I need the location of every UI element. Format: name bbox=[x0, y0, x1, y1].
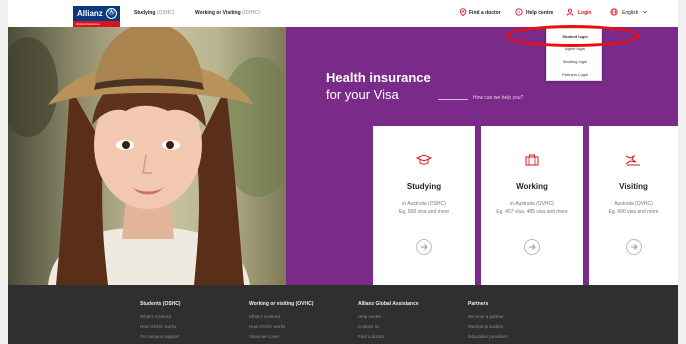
arrow-right-icon[interactable] bbox=[416, 239, 432, 255]
arrow-right-icon[interactable] bbox=[625, 239, 642, 255]
card-line-2: Eg. 457 visa, 485 visa and more bbox=[496, 209, 568, 215]
page: Allianz Ⓐ Global Assistance Studying (OS… bbox=[8, 0, 678, 344]
allianz-eagle-icon: Ⓐ bbox=[106, 8, 117, 19]
nav-studying-label: Studying bbox=[134, 10, 156, 16]
card-title: Working bbox=[516, 182, 548, 191]
card-line-1: Australia (OVHC) bbox=[614, 201, 653, 207]
nav-studying-suffix: (OSHC) bbox=[156, 10, 175, 16]
footer-link[interactable]: Medical providers bbox=[468, 324, 568, 329]
briefcase-icon bbox=[525, 154, 539, 166]
card-line-1: in Australia (OSHC) bbox=[402, 201, 446, 207]
footer-column-working: Working or visiting (OVHC) What's covere… bbox=[249, 301, 349, 344]
footer-link[interactable]: Contact us bbox=[358, 324, 458, 329]
footer-heading: Students (OSHC) bbox=[140, 301, 181, 307]
user-icon bbox=[566, 8, 574, 16]
logo-wordmark: Allianz Ⓐ bbox=[73, 6, 120, 21]
card-title: Studying bbox=[406, 182, 442, 191]
footer-link[interactable]: What's covered bbox=[249, 314, 349, 319]
travel-icon bbox=[625, 154, 640, 166]
nav-working-label: Working or Visiting bbox=[195, 10, 241, 16]
footer-link[interactable]: Find a doctor bbox=[358, 334, 458, 339]
svg-text:?: ? bbox=[518, 10, 521, 16]
card-visiting[interactable]: Visiting Australia (OVHC) Eg. 600 visa a… bbox=[589, 126, 678, 285]
footer-link[interactable]: How OSHC works bbox=[140, 324, 240, 329]
site-header: Allianz Ⓐ Global Assistance Studying (OS… bbox=[8, 0, 678, 27]
footer-link[interactable]: On campus support bbox=[140, 334, 240, 339]
nav-studying[interactable]: Studying (OSHC) bbox=[134, 10, 175, 16]
site-footer: Students (OSHC) What's covered How OSHC … bbox=[8, 285, 678, 344]
footer-heading: Partners bbox=[468, 301, 489, 307]
card-working[interactable]: Working in Australia (OVHC) Eg. 457 visa… bbox=[481, 126, 583, 285]
footer-link[interactable]: Help centre bbox=[358, 314, 458, 319]
card-line-2: Eg. 600 visa and more bbox=[608, 209, 659, 215]
footer-column-students: Students (OSHC) What's covered How OSHC … bbox=[140, 301, 240, 344]
login-button[interactable]: Login bbox=[578, 10, 592, 16]
hero-title: Health insurance bbox=[326, 70, 431, 85]
logo-text: Allianz bbox=[77, 9, 103, 18]
nav-working-suffix: (OVHC) bbox=[242, 10, 260, 16]
woman-portrait-image bbox=[8, 27, 286, 285]
hero-subtitle: for your Visa bbox=[326, 87, 399, 102]
chevron-down-icon[interactable] bbox=[642, 9, 648, 15]
hero-photo bbox=[8, 27, 286, 285]
footer-link[interactable]: Education providers bbox=[468, 334, 568, 339]
footer-link[interactable]: Become a partner bbox=[468, 314, 568, 319]
language-selector[interactable]: English bbox=[622, 10, 638, 16]
annotation-highlight bbox=[505, 25, 640, 47]
card-line-2: Eg. 500 visa and more bbox=[398, 209, 450, 215]
footer-column-assistance: Allianz Global Assistance Help centre Co… bbox=[358, 301, 458, 344]
menu-item-working-login[interactable]: Working login bbox=[547, 59, 603, 64]
map-pin-icon bbox=[459, 8, 467, 16]
help-circle-icon: ? bbox=[515, 8, 523, 16]
footer-column-partners: Partners Become a partner Medical provid… bbox=[468, 301, 568, 344]
card-studying[interactable]: Studying in Australia (OSHC) Eg. 500 vis… bbox=[373, 126, 475, 285]
nav-working-visiting[interactable]: Working or Visiting (OVHC) bbox=[195, 10, 260, 16]
help-centre-link[interactable]: Help centre bbox=[526, 10, 553, 16]
footer-link[interactable]: What's covered bbox=[140, 314, 240, 319]
globe-icon bbox=[610, 8, 618, 16]
card-title: Visiting bbox=[619, 182, 648, 191]
arrow-right-icon[interactable] bbox=[524, 239, 540, 255]
graduation-cap-icon bbox=[415, 154, 433, 165]
find-doctor-link[interactable]: Find a doctor bbox=[469, 10, 501, 16]
footer-link[interactable]: How OVHC works bbox=[249, 324, 349, 329]
help-prompt: How can we help you? bbox=[473, 95, 524, 101]
menu-item-partners-login[interactable]: Partners Login bbox=[547, 72, 603, 77]
card-line-1: in Australia (OVHC) bbox=[510, 201, 554, 207]
divider bbox=[438, 99, 468, 100]
footer-heading: Working or visiting (OVHC) bbox=[249, 301, 314, 307]
allianz-logo[interactable]: Allianz Ⓐ Global Assistance bbox=[73, 6, 120, 28]
footer-link[interactable]: Visas we cover bbox=[249, 334, 349, 339]
footer-heading: Allianz Global Assistance bbox=[358, 301, 419, 307]
